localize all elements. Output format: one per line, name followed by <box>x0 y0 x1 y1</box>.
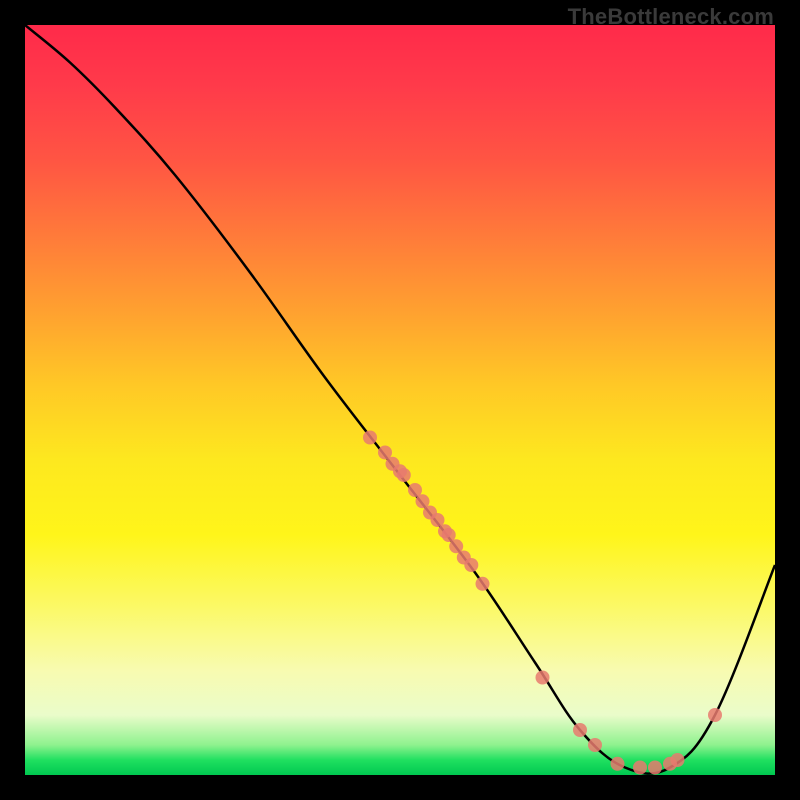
bottleneck-curve <box>25 25 775 774</box>
data-point <box>397 468 411 482</box>
data-point <box>648 761 662 775</box>
data-point <box>633 761 647 775</box>
data-point <box>671 753 685 767</box>
data-point <box>708 708 722 722</box>
data-point <box>573 723 587 737</box>
data-point <box>536 671 550 685</box>
data-point <box>611 757 625 771</box>
data-point <box>588 738 602 752</box>
chart-gradient-area <box>25 25 775 775</box>
data-point <box>464 558 478 572</box>
chart-svg <box>25 25 775 775</box>
data-point <box>476 577 490 591</box>
data-points <box>363 431 722 775</box>
watermark-text: TheBottleneck.com <box>568 4 774 30</box>
data-point <box>363 431 377 445</box>
